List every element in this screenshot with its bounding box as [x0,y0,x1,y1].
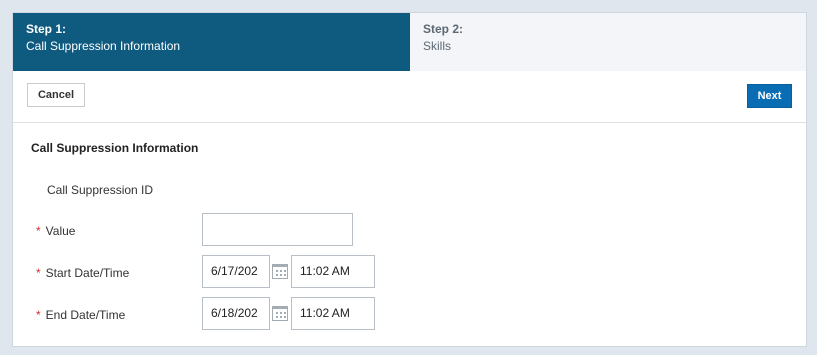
step-1-number: Step 1: [26,22,67,36]
required-marker: * [36,308,41,322]
step-2[interactable]: Step 2: Skills [410,13,806,71]
value-label-text: Value [45,224,76,238]
end-datetime-label-text: End Date/Time [45,308,126,322]
wizard-steps: Step 1: Call Suppression Information Ste… [13,13,806,71]
required-marker: * [36,266,41,280]
wizard-toolbar: Cancel Next [13,71,806,123]
start-date-input[interactable]: 6/17/202 [202,255,270,288]
next-button[interactable]: Next [747,84,792,108]
section-title: Call Suppression Information [31,141,199,155]
call-suppression-id-label: Call Suppression ID [47,183,154,197]
start-datetime-label: * Start Date/Time [36,266,129,280]
calendar-icon[interactable] [272,264,288,279]
step-1-title: Call Suppression Information [26,39,181,53]
step-1[interactable]: Step 1: Call Suppression Information [13,13,410,71]
start-time-input[interactable]: 11:02 AM [291,255,375,288]
value-input[interactable] [202,213,353,246]
step-2-title: Skills [423,39,452,53]
value-label: * Value [36,224,75,238]
end-date-input[interactable]: 6/18/202 [202,297,270,330]
calendar-icon[interactable] [272,306,288,321]
required-marker: * [36,224,41,238]
wizard-panel: Step 1: Call Suppression Information Ste… [12,12,807,347]
end-time-input[interactable]: 11:02 AM [291,297,375,330]
end-datetime-label: * End Date/Time [36,308,125,322]
cancel-button[interactable]: Cancel [27,83,85,107]
start-datetime-label-text: Start Date/Time [45,266,130,280]
step-2-number: Step 2: [423,22,464,36]
